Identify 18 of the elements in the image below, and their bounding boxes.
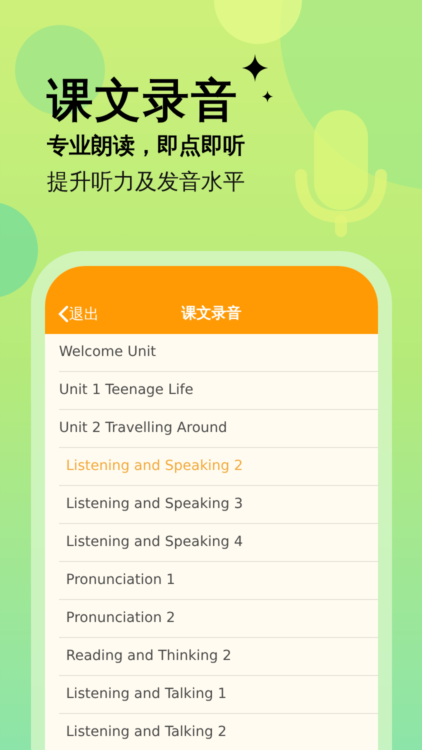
list-item[interactable]: Pronunciation 2 <box>59 608 176 629</box>
back-icon <box>57 304 69 323</box>
list-item[interactable]: Pronunciation 1 <box>59 570 176 591</box>
list-item[interactable]: Reading and Thinking 2 <box>59 646 232 667</box>
subtitle: 专业朗读，即点即听 <box>47 132 246 161</box>
tagline: 提升听力及发音水平 <box>47 169 246 197</box>
list-item[interactable]: Welcome Unit <box>59 342 156 363</box>
list-item[interactable]: Unit 1 Teenage Life <box>59 380 194 401</box>
screen-title: 课文录音 <box>182 302 242 324</box>
microphone-icon <box>294 110 388 237</box>
headline: 课文录音 <box>47 74 239 126</box>
list-item[interactable]: Unit 2 Travelling Around <box>59 418 228 439</box>
list-item[interactable]: Listening and Speaking 4 <box>59 532 243 553</box>
list-item[interactable]: Listening and Speaking 3 <box>59 494 243 515</box>
sparkle-icon <box>262 90 273 103</box>
list-item[interactable]: Listening and Talking 2 <box>59 722 227 743</box>
sparkle-icon <box>242 54 268 82</box>
list-item[interactable]: Listening and Talking 1 <box>59 684 227 705</box>
